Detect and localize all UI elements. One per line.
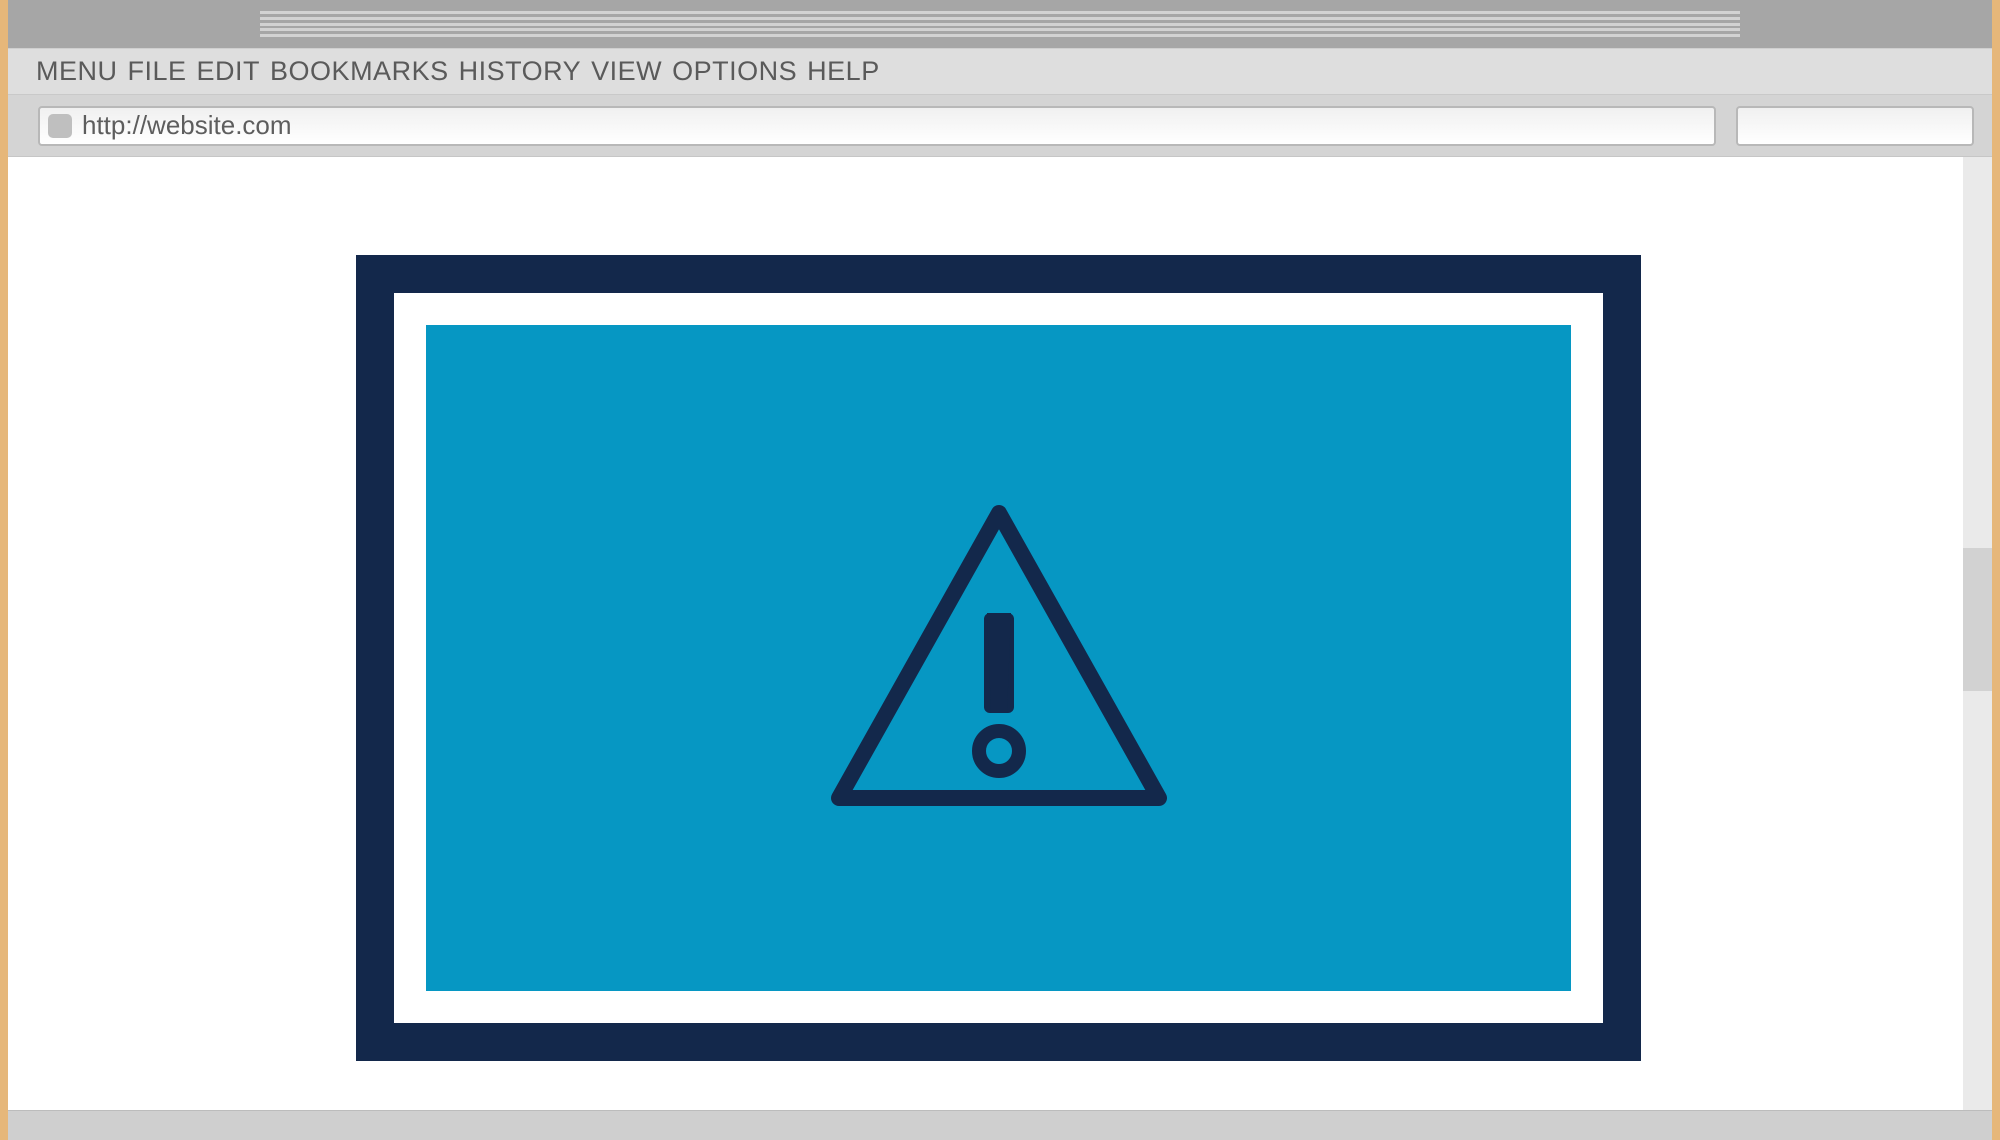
content-area [8, 156, 1992, 1110]
menu-item-options[interactable]: OPTIONS [672, 56, 797, 87]
vertical-scrollbar-thumb[interactable] [1963, 548, 1992, 691]
vertical-scrollbar-track[interactable] [1963, 157, 1992, 1110]
warning-frame [356, 255, 1641, 1061]
menu-item-menu[interactable]: MENU [36, 56, 118, 87]
menu-bar: MENU FILE EDIT BOOKMARKS HISTORY VIEW OP… [8, 48, 1992, 94]
menu-item-file[interactable]: FILE [128, 56, 187, 87]
warning-triangle-icon [829, 503, 1169, 813]
menu-item-edit[interactable]: EDIT [197, 56, 261, 87]
menu-item-view[interactable]: VIEW [591, 56, 662, 87]
status-bar [8, 1110, 1992, 1140]
warning-panel [426, 325, 1571, 991]
menu-item-history[interactable]: HISTORY [459, 56, 582, 87]
address-input[interactable] [82, 110, 1706, 141]
warning-frame-inner [394, 293, 1603, 1023]
window-titlebar[interactable] [8, 0, 1992, 48]
page-viewport [8, 157, 1963, 1110]
browser-window: MENU FILE EDIT BOOKMARKS HISTORY VIEW OP… [8, 0, 1992, 1140]
search-input[interactable] [1666, 113, 1962, 139]
menu-item-help[interactable]: HELP [807, 56, 880, 87]
search-box[interactable] [1736, 106, 1974, 146]
page-favicon-icon [48, 114, 72, 138]
titlebar-grip-lines [260, 11, 1740, 37]
address-bar[interactable] [38, 106, 1716, 146]
menu-item-bookmarks[interactable]: BOOKMARKS [270, 56, 449, 87]
toolbar [8, 94, 1992, 156]
